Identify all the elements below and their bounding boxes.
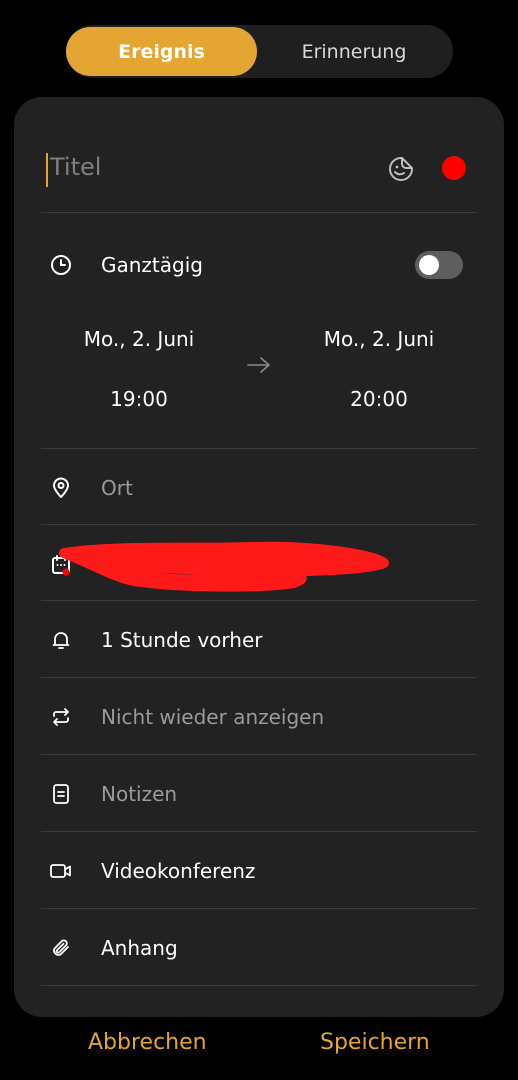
start-time[interactable]: 19:00 xyxy=(54,387,224,411)
all-day-label: Ganztägig xyxy=(101,253,203,277)
notes-row[interactable]: Notizen xyxy=(41,756,477,832)
notes-input: Notizen xyxy=(101,782,178,806)
paperclip-icon xyxy=(53,939,69,956)
end-date[interactable]: Mo., 2. Juni xyxy=(294,327,464,351)
cancel-button[interactable]: Abbrechen xyxy=(88,1030,207,1055)
event-type-switch: Ereignis Erinnerung xyxy=(66,25,453,78)
event-color-dot[interactable] xyxy=(442,156,466,180)
divider xyxy=(41,831,477,832)
divider xyxy=(41,754,477,755)
tab-reminder[interactable]: Erinnerung xyxy=(257,27,451,76)
divider xyxy=(41,985,477,986)
attachment-row[interactable]: Anhang xyxy=(41,910,477,986)
all-day-toggle[interactable] xyxy=(415,251,463,279)
end-time[interactable]: 20:00 xyxy=(294,387,464,411)
divider xyxy=(41,908,477,909)
divider xyxy=(41,600,477,601)
video-icon xyxy=(50,864,71,878)
divider xyxy=(41,448,477,449)
repeat-label: Nicht wieder anzeigen xyxy=(101,705,325,729)
redaction-scribble xyxy=(59,541,389,592)
location-row[interactable]: Ort xyxy=(41,450,477,526)
location-pin-icon xyxy=(53,477,69,498)
repeat-row[interactable]: Nicht wieder anzeigen xyxy=(41,679,477,755)
clock-icon xyxy=(51,255,71,275)
divider xyxy=(41,212,477,213)
arrow-right-icon xyxy=(247,357,270,373)
save-button[interactable]: Speichern xyxy=(320,1030,430,1055)
event-editor: Ereignis Erinnerung Titel Ganztägig Mo.,… xyxy=(0,0,518,1080)
toggle-knob xyxy=(419,255,439,275)
start-date[interactable]: Mo., 2. Juni xyxy=(54,327,224,351)
all-day-row[interactable]: Ganztägig xyxy=(41,227,477,303)
video-conference-row[interactable]: Videokonferenz xyxy=(41,833,477,909)
title-row: Titel xyxy=(41,147,477,197)
divider xyxy=(41,524,477,525)
bell-icon xyxy=(52,632,70,649)
reminder-row[interactable]: 1 Stunde vorher xyxy=(41,602,477,678)
reminder-label: 1 Stunde vorher xyxy=(101,628,263,652)
divider xyxy=(41,677,477,678)
notes-icon xyxy=(53,784,69,804)
tab-event[interactable]: Ereignis xyxy=(66,27,257,76)
repeat-icon xyxy=(53,708,69,726)
event-form-card: Titel Ganztägig Mo., 2. Juni 19:00 Mo., … xyxy=(14,97,504,1017)
video-conference-label: Videokonferenz xyxy=(101,859,256,883)
sticker-icon[interactable] xyxy=(387,155,415,183)
attachment-label: Anhang xyxy=(101,936,178,960)
title-input[interactable]: Titel xyxy=(50,153,101,181)
text-cursor xyxy=(46,153,48,187)
location-input: Ort xyxy=(101,476,133,500)
